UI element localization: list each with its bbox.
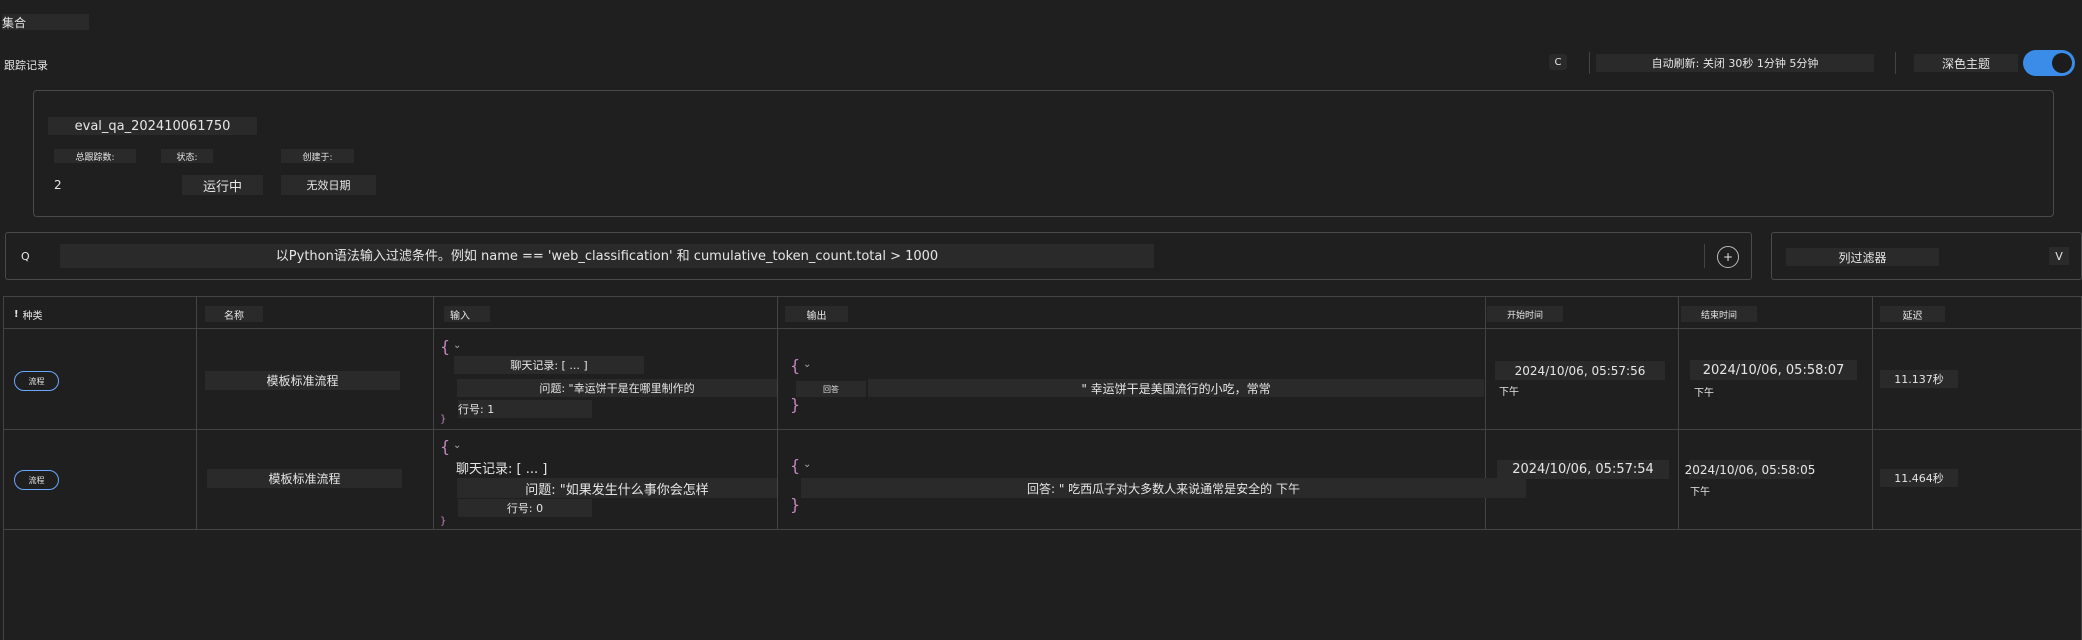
chevron-down-icon[interactable]: V (2049, 247, 2069, 265)
input-line-number: 行号: 0 (458, 499, 592, 517)
status-value: 运行中 (182, 175, 263, 195)
chevron-down-icon[interactable]: ⌄ (803, 459, 811, 470)
column-divider (1872, 296, 1873, 529)
start-time: 2024/10/06, 05:57:56 (1495, 361, 1665, 380)
column-header-end-time[interactable]: 结束时间 (1681, 306, 1757, 322)
column-header-latency[interactable]: 延迟 (1880, 306, 1945, 322)
output-close-brace: } (790, 395, 801, 414)
row-divider (3, 529, 2082, 530)
trace-name[interactable]: 模板标准流程 (207, 469, 402, 488)
column-header-input[interactable]: 输入 (444, 306, 490, 322)
filter-input[interactable] (60, 244, 1154, 268)
chevron-down-icon[interactable]: ⌄ (453, 440, 461, 451)
end-time-ampm: 下午 (1690, 487, 1710, 498)
trace-name[interactable]: 模板标准流程 (205, 371, 400, 390)
output-close-brace: } (790, 495, 801, 514)
chevron-down-icon[interactable]: ⌄ (453, 340, 461, 351)
dark-theme-toggle[interactable] (2023, 50, 2075, 76)
column-divider (196, 296, 197, 529)
refresh-button[interactable]: C (1549, 54, 1567, 70)
input-question: 问题: "如果发生什么事你会怎样 (457, 478, 777, 498)
add-filter-icon[interactable]: + (1717, 246, 1739, 268)
created-value: 无效日期 (281, 175, 376, 195)
kind-badge[interactable]: 流程 (14, 470, 59, 490)
created-label: 创建于: (281, 149, 354, 163)
status-label: 状态: (161, 149, 213, 163)
input-open-brace: { (440, 437, 451, 456)
start-time: 2024/10/06, 05:57:54 (1497, 460, 1669, 479)
header-divider (1589, 52, 1590, 74)
input-question: 问题: "幸运饼干是在哪里制作的 (457, 379, 777, 397)
latency: 11.464秒 (1880, 469, 1958, 487)
column-header-kind[interactable]: ! 种类 (8, 306, 49, 322)
output-key: 回答 (796, 381, 866, 397)
column-header-start-time[interactable]: 开始时间 (1487, 306, 1563, 322)
column-header-output[interactable]: 输出 (785, 306, 848, 322)
output-open-brace: { (790, 356, 801, 375)
end-time-ampm: 下午 (1694, 388, 1714, 399)
column-divider (1678, 296, 1679, 529)
theme-label: 深色主题 (1914, 54, 2018, 72)
output-answer: 回答: " 吃西瓜子对大多数人来说通常是安全的 下午 (801, 478, 1526, 498)
input-chat-history: 聊天记录: [ ... ] (454, 356, 644, 374)
latency: 11.137秒 (1880, 370, 1958, 388)
filter-divider (1704, 244, 1705, 268)
output-answer: " 幸运饼干是美国流行的小吃，常常 (868, 379, 1484, 397)
chevron-down-icon[interactable]: ⌄ (803, 359, 811, 370)
column-filter-label: 列过滤器 (1786, 248, 1939, 266)
input-chat-history: 聊天记录: [ ... ] (456, 461, 548, 477)
row-divider (3, 429, 2082, 430)
column-header-kind-label: 种类 (22, 310, 43, 322)
auto-refresh-control[interactable]: 自动刷新: 关闭 30秒 1分钟 5分钟 (1596, 54, 1874, 72)
input-close-brace: } (440, 414, 447, 425)
output-open-brace: { (790, 456, 801, 475)
toggle-knob (2052, 53, 2072, 73)
column-divider (777, 296, 778, 529)
input-open-brace: { (440, 337, 451, 356)
kind-marker: ! (14, 308, 19, 320)
page-subtitle: 跟踪记录 (4, 59, 48, 72)
end-time: 2024/10/06, 05:58:07 (1690, 360, 1857, 380)
refresh-icon: C (1554, 56, 1562, 68)
input-close-brace: } (440, 516, 447, 527)
input-line-number: 行号: 1 (458, 400, 592, 418)
column-header-name[interactable]: 名称 (205, 306, 263, 322)
start-time-ampm: 下午 (1499, 387, 1519, 398)
total-traces-label: 总跟踪数: (54, 149, 136, 163)
search-icon: Q (21, 250, 30, 263)
end-time: 2024/10/06, 05:58:05 (1685, 460, 1815, 479)
total-traces-value: 2 (54, 178, 62, 192)
header-divider (1895, 52, 1896, 74)
table-header-divider (3, 328, 2082, 329)
run-name: eval_qa_202410061750 (48, 117, 257, 135)
column-divider (433, 296, 434, 529)
kind-badge[interactable]: 流程 (14, 371, 59, 391)
page-title: 集合 (2, 14, 89, 30)
